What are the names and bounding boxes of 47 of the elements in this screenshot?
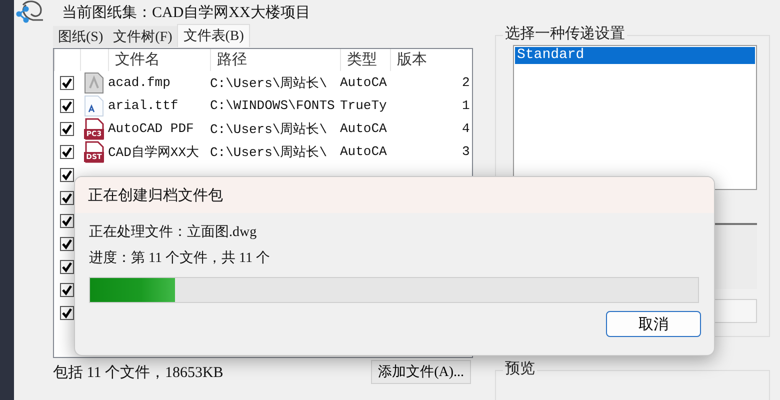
checkbox[interactable] (60, 190, 74, 204)
sheet-set-icon (15, 0, 45, 24)
file-type: AutoCA (340, 144, 388, 159)
font-file-icon (84, 94, 104, 116)
file-path: C:\Users\周站长\ (210, 144, 328, 160)
group-title: 预览 (503, 359, 537, 378)
checkbox[interactable] (60, 76, 74, 90)
file-path: C:\Users\周站长\ (210, 120, 328, 138)
group-title: 选择一种传递设置 (503, 24, 627, 43)
checkbox[interactable] (60, 306, 74, 320)
file-path: C:\Users\周站长\ (210, 74, 328, 92)
cancel-button[interactable]: 取消 (606, 311, 701, 337)
add-file-button[interactable]: 添加文件(A)... (371, 360, 471, 384)
tab[interactable]: 图纸(S) (53, 26, 108, 47)
checkbox[interactable] (60, 144, 74, 158)
file-size: 3 (462, 144, 471, 159)
column-header: 文件名 (108, 49, 210, 71)
file-type: TrueTy (340, 98, 388, 113)
status-text: 正在处理文件：立面图.dwg (89, 223, 258, 241)
checkbox[interactable] (60, 260, 74, 274)
file-path: C:\WINDOWS\FONTS (210, 98, 336, 113)
tab[interactable]: 文件表(B) (177, 24, 250, 47)
file-name: arial.ttf (108, 98, 180, 113)
progress-text: 进度：第 11 个文件，共 11 个 (89, 249, 271, 267)
file-name: acad.fmp (108, 75, 172, 90)
file-size: 4 (462, 121, 471, 136)
checkbox[interactable] (60, 168, 74, 182)
file-type: AutoCA (340, 75, 388, 90)
checkbox[interactable] (60, 98, 74, 112)
checkbox[interactable] (60, 236, 74, 250)
file-size: 2 (462, 75, 471, 90)
file-name: CAD自学网XX大 (108, 144, 200, 160)
file-name: AutoCAD PDF (108, 121, 195, 136)
checkbox[interactable] (60, 282, 74, 296)
window-title: 当前图纸集：CAD自学网XX大楼项目 (62, 4, 310, 22)
checkbox[interactable] (60, 122, 74, 136)
column-header: 版本 (390, 49, 462, 71)
file-size: 1 (462, 98, 471, 113)
file-icon (84, 72, 104, 94)
column-header: 类型 (340, 49, 390, 71)
tab[interactable]: 文件树(F) (108, 26, 178, 47)
column-header: 路径 (210, 49, 340, 71)
checkbox[interactable] (60, 214, 74, 228)
dialog-title: 正在创建归档文件包 (88, 186, 223, 204)
file-type: AutoCA (340, 121, 388, 136)
file-summary: 包括 11 个文件，18653KB (53, 364, 224, 382)
list-item[interactable]: Standard (515, 47, 755, 64)
